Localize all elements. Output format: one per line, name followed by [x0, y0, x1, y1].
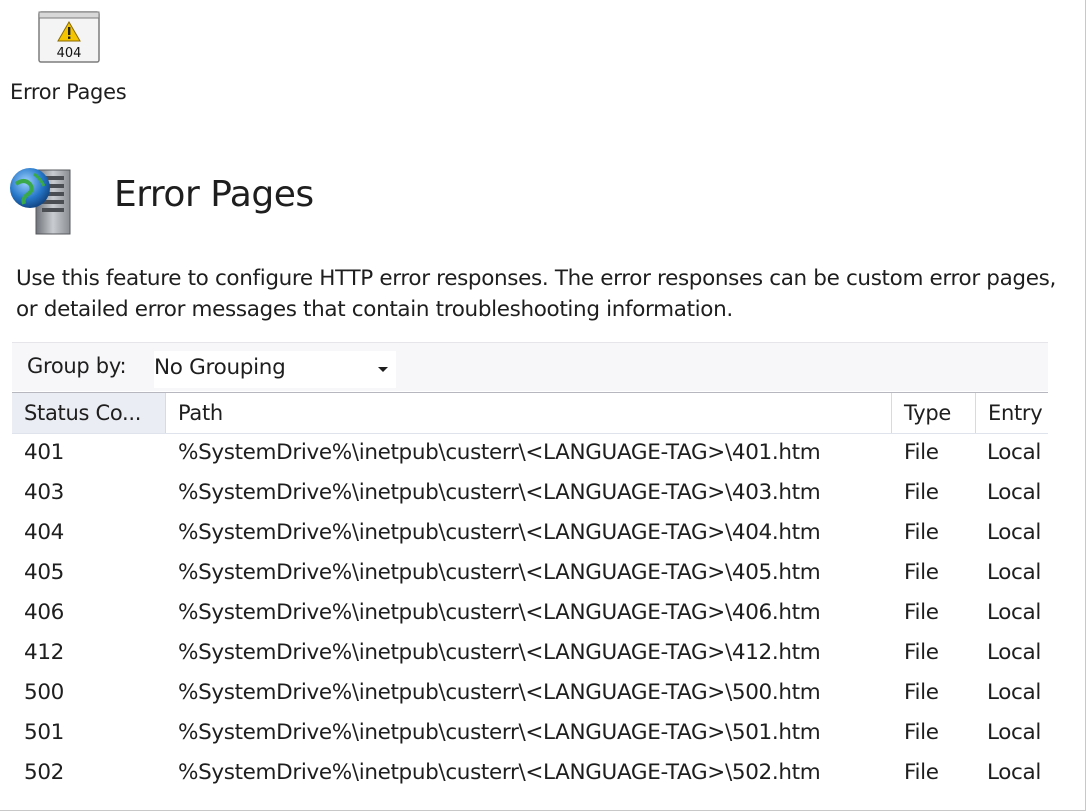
status-code-cell: 412: [24, 640, 64, 665]
type-cell: File: [904, 560, 939, 585]
path-cell: %SystemDrive%\inetpub\custerr\<LANGUAGE-…: [178, 600, 821, 625]
entry-type-cell: Local: [987, 560, 1041, 585]
table-row[interactable]: 405 %SystemDrive%\inetpub\custerr\<LANGU…: [12, 554, 1048, 594]
status-code-cell: 500: [24, 680, 64, 705]
entry-type-cell: Local: [987, 720, 1041, 745]
entry-type-cell: Local: [987, 600, 1041, 625]
path-cell: %SystemDrive%\inetpub\custerr\<LANGUAGE-…: [178, 760, 821, 785]
type-cell: File: [904, 440, 939, 465]
chevron-down-icon[interactable]: [378, 367, 388, 372]
table-row[interactable]: 406 %SystemDrive%\inetpub\custerr\<LANGU…: [12, 594, 1048, 634]
path-cell: %SystemDrive%\inetpub\custerr\<LANGUAGE-…: [178, 640, 821, 665]
column-header-path[interactable]: Path: [166, 393, 892, 433]
entry-type-cell: Local: [987, 480, 1041, 505]
entry-type-cell: Local: [987, 440, 1041, 465]
table-row[interactable]: 501 %SystemDrive%\inetpub\custerr\<LANGU…: [12, 714, 1048, 754]
table-row[interactable]: 404 %SystemDrive%\inetpub\custerr\<LANGU…: [12, 514, 1048, 554]
status-code-cell: 404: [24, 520, 64, 545]
status-code-cell: 403: [24, 480, 64, 505]
svg-text:404: 404: [57, 46, 82, 61]
status-code-cell: 502: [24, 760, 64, 785]
column-header-entry-type[interactable]: Entry: [976, 393, 1048, 433]
path-cell: %SystemDrive%\inetpub\custerr\<LANGUAGE-…: [178, 560, 821, 585]
status-code-cell: 405: [24, 560, 64, 585]
group-by-label: Group by:: [27, 354, 127, 378]
entry-type-cell: Local: [987, 640, 1041, 665]
page-description: Use this feature to configure HTTP error…: [16, 266, 1056, 322]
type-cell: File: [904, 480, 939, 505]
feature-tile-label: Error Pages: [10, 80, 127, 104]
status-code-cell: 501: [24, 720, 64, 745]
path-cell: %SystemDrive%\inetpub\custerr\<LANGUAGE-…: [178, 520, 821, 545]
status-code-cell: 401: [24, 440, 64, 465]
error-pages-grid: Status Co... Path Type Entry 401 %System…: [12, 392, 1048, 802]
entry-type-cell: Local: [987, 680, 1041, 705]
path-cell: %SystemDrive%\inetpub\custerr\<LANGUAGE-…: [178, 680, 821, 705]
type-cell: File: [904, 680, 939, 705]
column-header-type[interactable]: Type: [892, 393, 976, 433]
group-by-selected-value: No Grouping: [154, 355, 286, 380]
grid-header: Status Co... Path Type Entry: [12, 392, 1048, 434]
entry-type-cell: Local: [987, 520, 1041, 545]
error-page-404-icon: 404: [38, 11, 100, 63]
type-cell: File: [904, 520, 939, 545]
table-row[interactable]: 403 %SystemDrive%\inetpub\custerr\<LANGU…: [12, 474, 1048, 514]
group-by-toolbar: Group by: No Grouping: [12, 342, 1048, 391]
entry-type-cell: Local: [987, 760, 1041, 785]
status-code-cell: 406: [24, 600, 64, 625]
table-row[interactable]: 500 %SystemDrive%\inetpub\custerr\<LANGU…: [12, 674, 1048, 714]
path-cell: %SystemDrive%\inetpub\custerr\<LANGUAGE-…: [178, 720, 821, 745]
column-header-status-code[interactable]: Status Co...: [12, 393, 166, 433]
type-cell: File: [904, 640, 939, 665]
page-title: Error Pages: [114, 174, 314, 215]
globe-server-icon: [10, 168, 71, 235]
path-cell: %SystemDrive%\inetpub\custerr\<LANGUAGE-…: [178, 440, 821, 465]
type-cell: File: [904, 600, 939, 625]
table-row[interactable]: 401 %SystemDrive%\inetpub\custerr\<LANGU…: [12, 434, 1048, 474]
table-row[interactable]: 412 %SystemDrive%\inetpub\custerr\<LANGU…: [12, 634, 1048, 674]
type-cell: File: [904, 720, 939, 745]
group-by-dropdown[interactable]: No Grouping: [154, 351, 396, 388]
type-cell: File: [904, 760, 939, 785]
path-cell: %SystemDrive%\inetpub\custerr\<LANGUAGE-…: [178, 480, 821, 505]
table-row[interactable]: 502 %SystemDrive%\inetpub\custerr\<LANGU…: [12, 754, 1048, 794]
error-pages-feature-tile[interactable]: 404 Error Pages: [0, 0, 142, 115]
